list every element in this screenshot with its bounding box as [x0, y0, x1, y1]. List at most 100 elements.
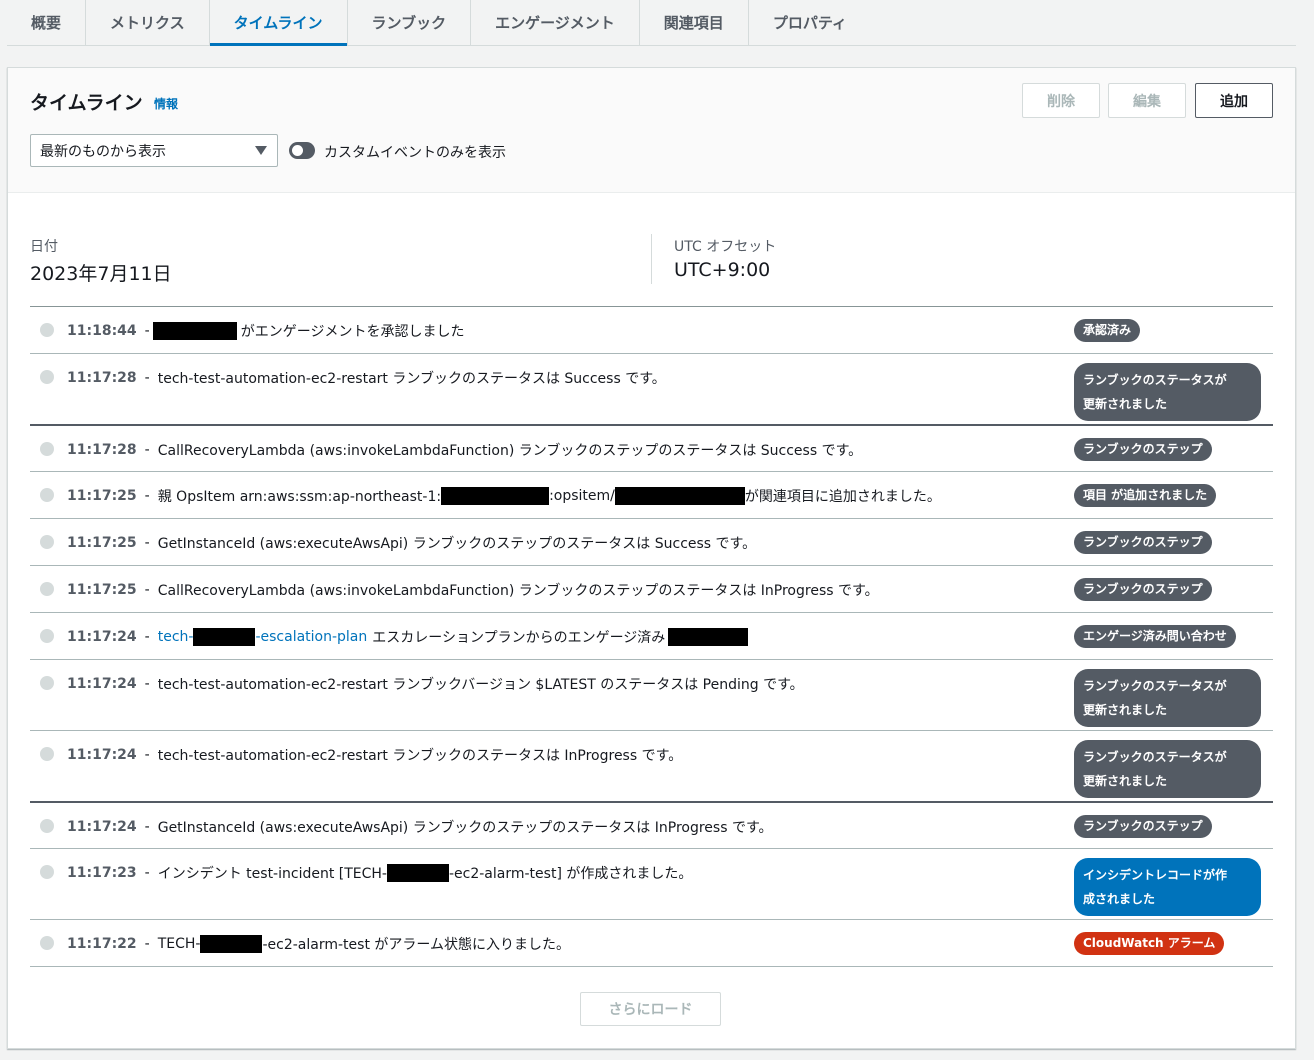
timeline-event: 11:17:24 - tech-test-automation-ec2-rest…: [30, 659, 1273, 730]
event-dot-icon: [40, 442, 54, 456]
event-type-badge: 項目 が追加されました: [1074, 484, 1217, 507]
date-label: 日付: [30, 239, 58, 255]
escalation-plan-link[interactable]: tech- -escalation-plan: [158, 628, 367, 646]
event-dot-icon: [40, 747, 54, 761]
page-title: タイムライン: [30, 92, 143, 114]
timeline-event: 11:17:25 - CallRecoveryLambda (aws:invok…: [30, 565, 1273, 612]
timeline-event: 11:17:25 - GetInstanceId (aws:executeAws…: [30, 518, 1273, 565]
event-dot-icon: [40, 370, 54, 384]
timeline-panel: タイムライン 情報 削除 編集 追加 最新のものから表示 カスタムイベントのみを…: [7, 67, 1296, 1049]
timeline-event: 11:17:23 - インシデント test-incident [TECH- -…: [30, 848, 1273, 919]
event-time: 11:17:25: [67, 582, 137, 598]
event-type-badge: ランブックのステップ: [1074, 531, 1212, 554]
date-value: 2023年7月11日: [30, 263, 172, 285]
event-type-badge: インシデントレコードが作 成されました: [1074, 858, 1261, 916]
event-dot-icon: [40, 488, 54, 502]
tab-related-items[interactable]: 関連項目: [640, 0, 749, 45]
event-text: GetInstanceId (aws:executeAwsApi) ランブックの…: [157, 536, 757, 552]
tab-metrics[interactable]: メトリクス: [86, 0, 210, 45]
tab-runbook[interactable]: ランブック: [348, 0, 472, 45]
redacted-text: [193, 628, 256, 646]
event-time: 11:17:25: [67, 535, 137, 551]
event-type-badge: エンゲージ済み問い合わせ: [1074, 625, 1236, 648]
redacted-text: [386, 864, 449, 882]
event-type-badge: CloudWatch アラーム: [1074, 932, 1225, 955]
event-type-badge: ランブックのステップ: [1074, 438, 1212, 461]
event-time: 11:17:28: [67, 442, 137, 458]
timeline-event: 11:18:44 - がエンゲージメントを承認しました 承認済み: [30, 306, 1273, 353]
event-type-badge: ランブックのステータスが 更新されました: [1074, 363, 1261, 421]
timeline-event: 11:17:24 - tech- -escalation-plan エスカレーショ…: [30, 612, 1273, 659]
sort-order-select[interactable]: 最新のものから表示: [30, 134, 278, 167]
load-more-button[interactable]: さらにロード: [580, 992, 721, 1026]
event-time: 11:17:23: [67, 865, 137, 881]
event-time: 11:17:22: [67, 936, 137, 952]
event-time: 11:17:25: [67, 488, 137, 504]
timeline-end-divider: [30, 966, 1273, 967]
panel-header: タイムライン 情報 削除 編集 追加 最新のものから表示 カスタムイベントのみを…: [8, 68, 1295, 193]
event-dot-icon: [40, 936, 54, 950]
tab-overview[interactable]: 概要: [7, 0, 87, 45]
timeline-event: 11:17:25 - 親 OpsItem arn:aws:ssm:ap-nort…: [30, 471, 1273, 518]
timeline-event: 11:17:24 - GetInstanceId (aws:executeAws…: [30, 801, 1273, 848]
event-text: CallRecoveryLambda (aws:invokeLambdaFunc…: [157, 583, 879, 599]
caret-down-icon: [255, 146, 267, 155]
event-type-badge: ランブックのステップ: [1074, 815, 1212, 838]
timeline-list: 11:18:44 - がエンゲージメントを承認しました 承認済み 11:17:2…: [30, 306, 1273, 967]
event-dot-icon: [40, 323, 54, 337]
sort-order-value: 最新のものから表示: [40, 143, 166, 160]
utc-offset-label: UTC オフセット: [674, 239, 777, 255]
event-dot-icon: [40, 676, 54, 690]
event-text: TECH-: [157, 936, 201, 952]
tab-engagement[interactable]: エンゲージメント: [471, 0, 640, 45]
event-time: 11:17:24: [67, 819, 137, 835]
event-text: :opsitem/: [549, 488, 615, 504]
event-text: -ec2-alarm-test がアラーム状態に入りました。: [262, 937, 570, 953]
info-link[interactable]: 情報: [154, 95, 178, 112]
event-time: 11:17:24: [67, 747, 137, 763]
event-type-badge: 承認済み: [1074, 319, 1141, 342]
redacted-text: [441, 487, 550, 505]
redacted-text: [200, 935, 263, 953]
event-text: GetInstanceId (aws:executeAwsApi) ランブックの…: [157, 820, 773, 836]
event-dot-icon: [40, 582, 54, 596]
event-text: が関連項目に追加されました。: [744, 489, 941, 505]
timeline-event: 11:17:28 - tech-test-automation-ec2-rest…: [30, 353, 1273, 424]
event-time: 11:18:44: [67, 323, 137, 339]
event-dot-icon: [40, 865, 54, 879]
event-text: tech-test-automation-ec2-restart ランブックバー…: [157, 677, 804, 693]
event-text: 親 OpsItem arn:aws:ssm:ap-northeast-1:: [157, 489, 442, 505]
event-text: インシデント test-incident [TECH-: [157, 866, 387, 882]
event-dot-icon: [40, 629, 54, 643]
event-text: がエンゲージメントを承認しました: [240, 324, 465, 340]
redacted-text: [614, 487, 745, 505]
delete-button[interactable]: 削除: [1022, 83, 1100, 118]
toggle-knob: [292, 145, 303, 156]
tab-properties[interactable]: プロパティ: [749, 0, 871, 45]
event-dot-icon: [40, 535, 54, 549]
edit-button[interactable]: 編集: [1108, 83, 1186, 118]
event-time: 11:17:24: [67, 676, 137, 692]
timeline-event: 11:17:24 - tech-test-automation-ec2-rest…: [30, 730, 1273, 801]
event-type-badge: ランブックのステータスが 更新されました: [1074, 669, 1261, 727]
event-text: tech-test-automation-ec2-restart ランブックのス…: [157, 371, 666, 387]
event-type-badge: ランブックのステータスが 更新されました: [1074, 740, 1261, 798]
custom-events-toggle-label: カスタムイベントのみを表示: [324, 145, 506, 161]
tab-timeline[interactable]: タイムライン: [209, 0, 348, 46]
event-dot-icon: [40, 819, 54, 833]
meta-divider: [651, 234, 652, 284]
event-time: 11:17:24: [67, 629, 137, 645]
redacted-text: [152, 322, 237, 340]
custom-events-toggle[interactable]: [289, 142, 315, 159]
event-type-badge: ランブックのステップ: [1074, 578, 1212, 601]
event-text: CallRecoveryLambda (aws:invokeLambdaFunc…: [157, 443, 863, 459]
redacted-text: [668, 628, 749, 646]
event-time: 11:17:28: [67, 370, 137, 386]
utc-offset-value: UTC+9:00: [674, 259, 771, 281]
tab-bar: 概要 メトリクス タイムライン ランブック エンゲージメント 関連項目 プロパテ…: [7, 0, 1296, 46]
add-button[interactable]: 追加: [1195, 83, 1273, 118]
event-text: tech-test-automation-ec2-restart ランブックのス…: [157, 748, 683, 764]
timeline-event: 11:17:22 - TECH- -ec2-alarm-test がアラーム状態…: [30, 919, 1273, 966]
event-text: -ec2-alarm-test] が作成されました。: [448, 866, 693, 882]
timeline-event: 11:17:28 - CallRecoveryLambda (aws:invok…: [30, 424, 1273, 471]
